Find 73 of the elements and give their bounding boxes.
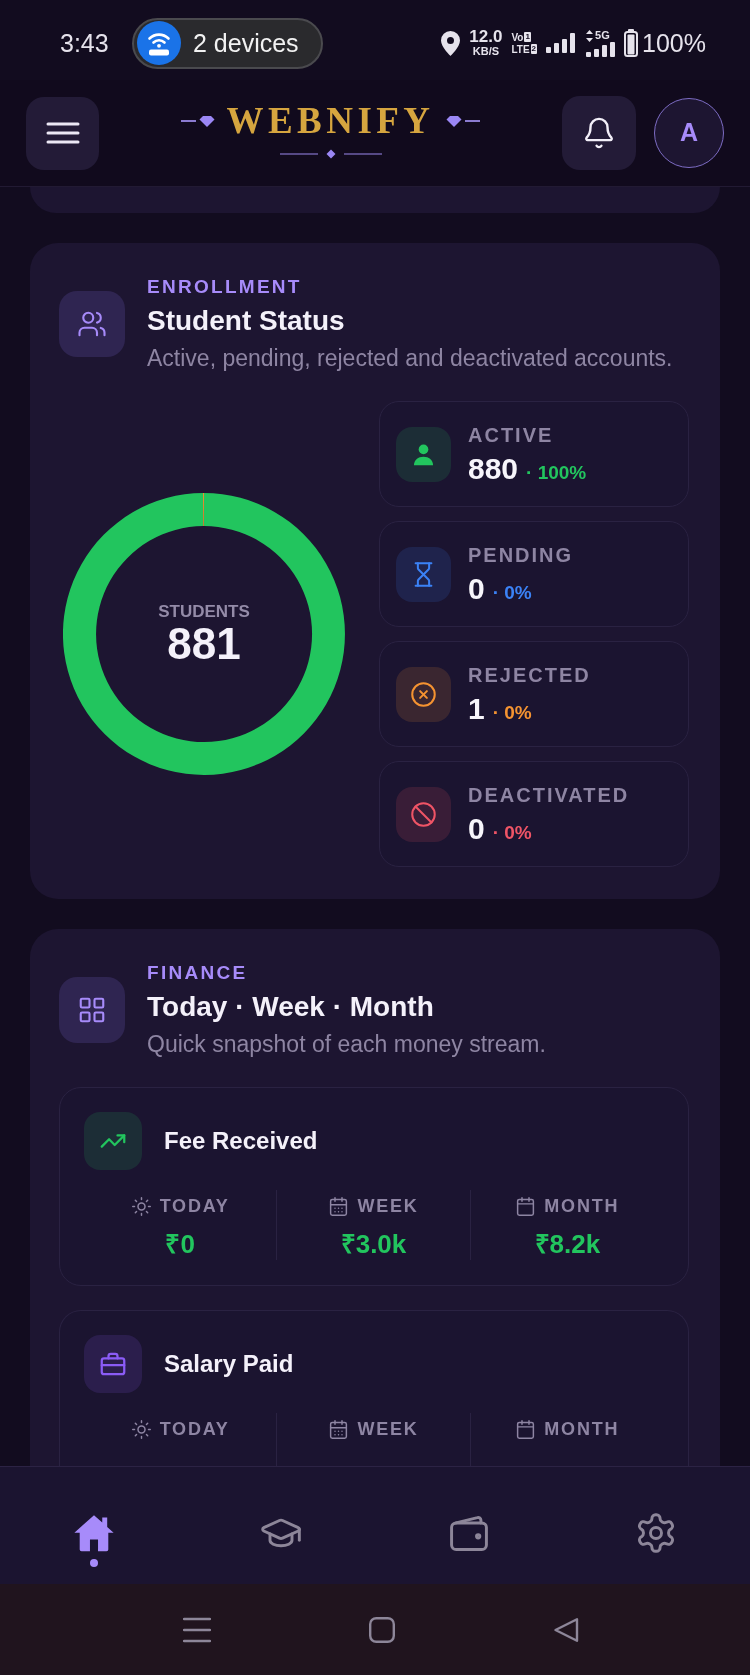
avatar-button[interactable]: A (654, 98, 724, 168)
person-icon (396, 426, 451, 482)
sim-number: 2 (530, 44, 538, 54)
calendar-grid-icon (328, 1195, 350, 1217)
users-icon (59, 291, 125, 357)
location-pin-icon (441, 30, 461, 56)
stat-label: ACTIVE (468, 423, 555, 448)
menu-icon (45, 122, 80, 144)
stat-value: 0 (468, 812, 485, 846)
period-label: TODAY (159, 1418, 230, 1441)
square-icon[interactable] (369, 1616, 395, 1643)
section-subtitle: Quick snapshot of each money stream. (147, 1030, 546, 1059)
donut-center-label: STUDENTS (158, 602, 250, 622)
menu-icon[interactable] (183, 1616, 211, 1643)
briefcase-icon (84, 1335, 142, 1393)
clock-time: 3:43 (60, 28, 110, 58)
section-eyebrow: ENROLLMENT (147, 275, 303, 299)
diamond-divider-icon (279, 149, 382, 159)
gem-ornament-icon (446, 115, 481, 127)
period-label: TODAY (159, 1195, 230, 1218)
sim-number: 1 (524, 32, 531, 42)
stat-share: · 100% (526, 461, 587, 485)
hourglass-icon (396, 546, 451, 602)
period-value: ₹3.0k (340, 1228, 407, 1260)
section-eyebrow: FINANCE (147, 961, 249, 985)
volte-label: Vo (511, 31, 524, 43)
stat-share: · 0% (492, 581, 532, 605)
wifi-router-icon (137, 21, 181, 65)
battery-icon (624, 29, 639, 57)
calendar-grid-icon (328, 1418, 350, 1440)
triangle-icon[interactable] (553, 1616, 579, 1643)
grid-icon (59, 977, 125, 1043)
stat-label: REJECTED (468, 663, 591, 688)
battery-level: 100% (642, 28, 706, 58)
stat-share: · 0% (492, 701, 532, 725)
app-logo: WEBNIFY (226, 99, 435, 143)
section-title: Student Status (147, 304, 346, 338)
stream-title: Salary Paid (164, 1349, 294, 1379)
stream-title: Fee Received (164, 1126, 318, 1156)
sun-icon (130, 1418, 152, 1440)
stat-label: DEACTIVATED (468, 783, 630, 808)
data-arrows-icon (586, 29, 594, 42)
signal-bars-icon (586, 41, 616, 57)
gem-ornament-icon (180, 115, 215, 127)
dot-icon (89, 1559, 98, 1567)
bell-icon (582, 116, 616, 150)
speed-unit: KB/S (472, 45, 500, 57)
stat-share: · 0% (492, 821, 532, 845)
ban-icon (396, 786, 451, 842)
stat-value: 0 (468, 572, 485, 606)
period-label: MONTH (544, 1195, 620, 1218)
stat-value: 1 (468, 692, 485, 726)
donut-center-value: 881 (167, 622, 241, 666)
section-subtitle: Active, pending, rejected and deactivated accounts. (147, 344, 673, 373)
notification-button[interactable] (562, 96, 636, 170)
period-value: ₹0 (165, 1228, 195, 1260)
speed-value: 12.0 (469, 29, 503, 45)
signal-bars-icon (546, 33, 578, 53)
period-label: MONTH (544, 1418, 620, 1441)
menu-button[interactable] (26, 96, 99, 170)
calendar-icon (515, 1418, 537, 1440)
sun-icon (130, 1195, 152, 1217)
calendar-icon (515, 1195, 537, 1217)
hotspot-chip[interactable]: 2 devices (132, 17, 323, 69)
stat-value: 880 (468, 452, 519, 486)
network-type: 5G (595, 30, 610, 41)
period-value: ₹8.2k (534, 1228, 601, 1260)
period-label: WEEK (357, 1418, 419, 1441)
section-title: Today · Week · Month (147, 990, 435, 1024)
stat-label: PENDING (468, 543, 574, 568)
trend-up-icon (84, 1112, 142, 1170)
lte-label: LTE (511, 43, 530, 55)
period-label: WEEK (357, 1195, 419, 1218)
